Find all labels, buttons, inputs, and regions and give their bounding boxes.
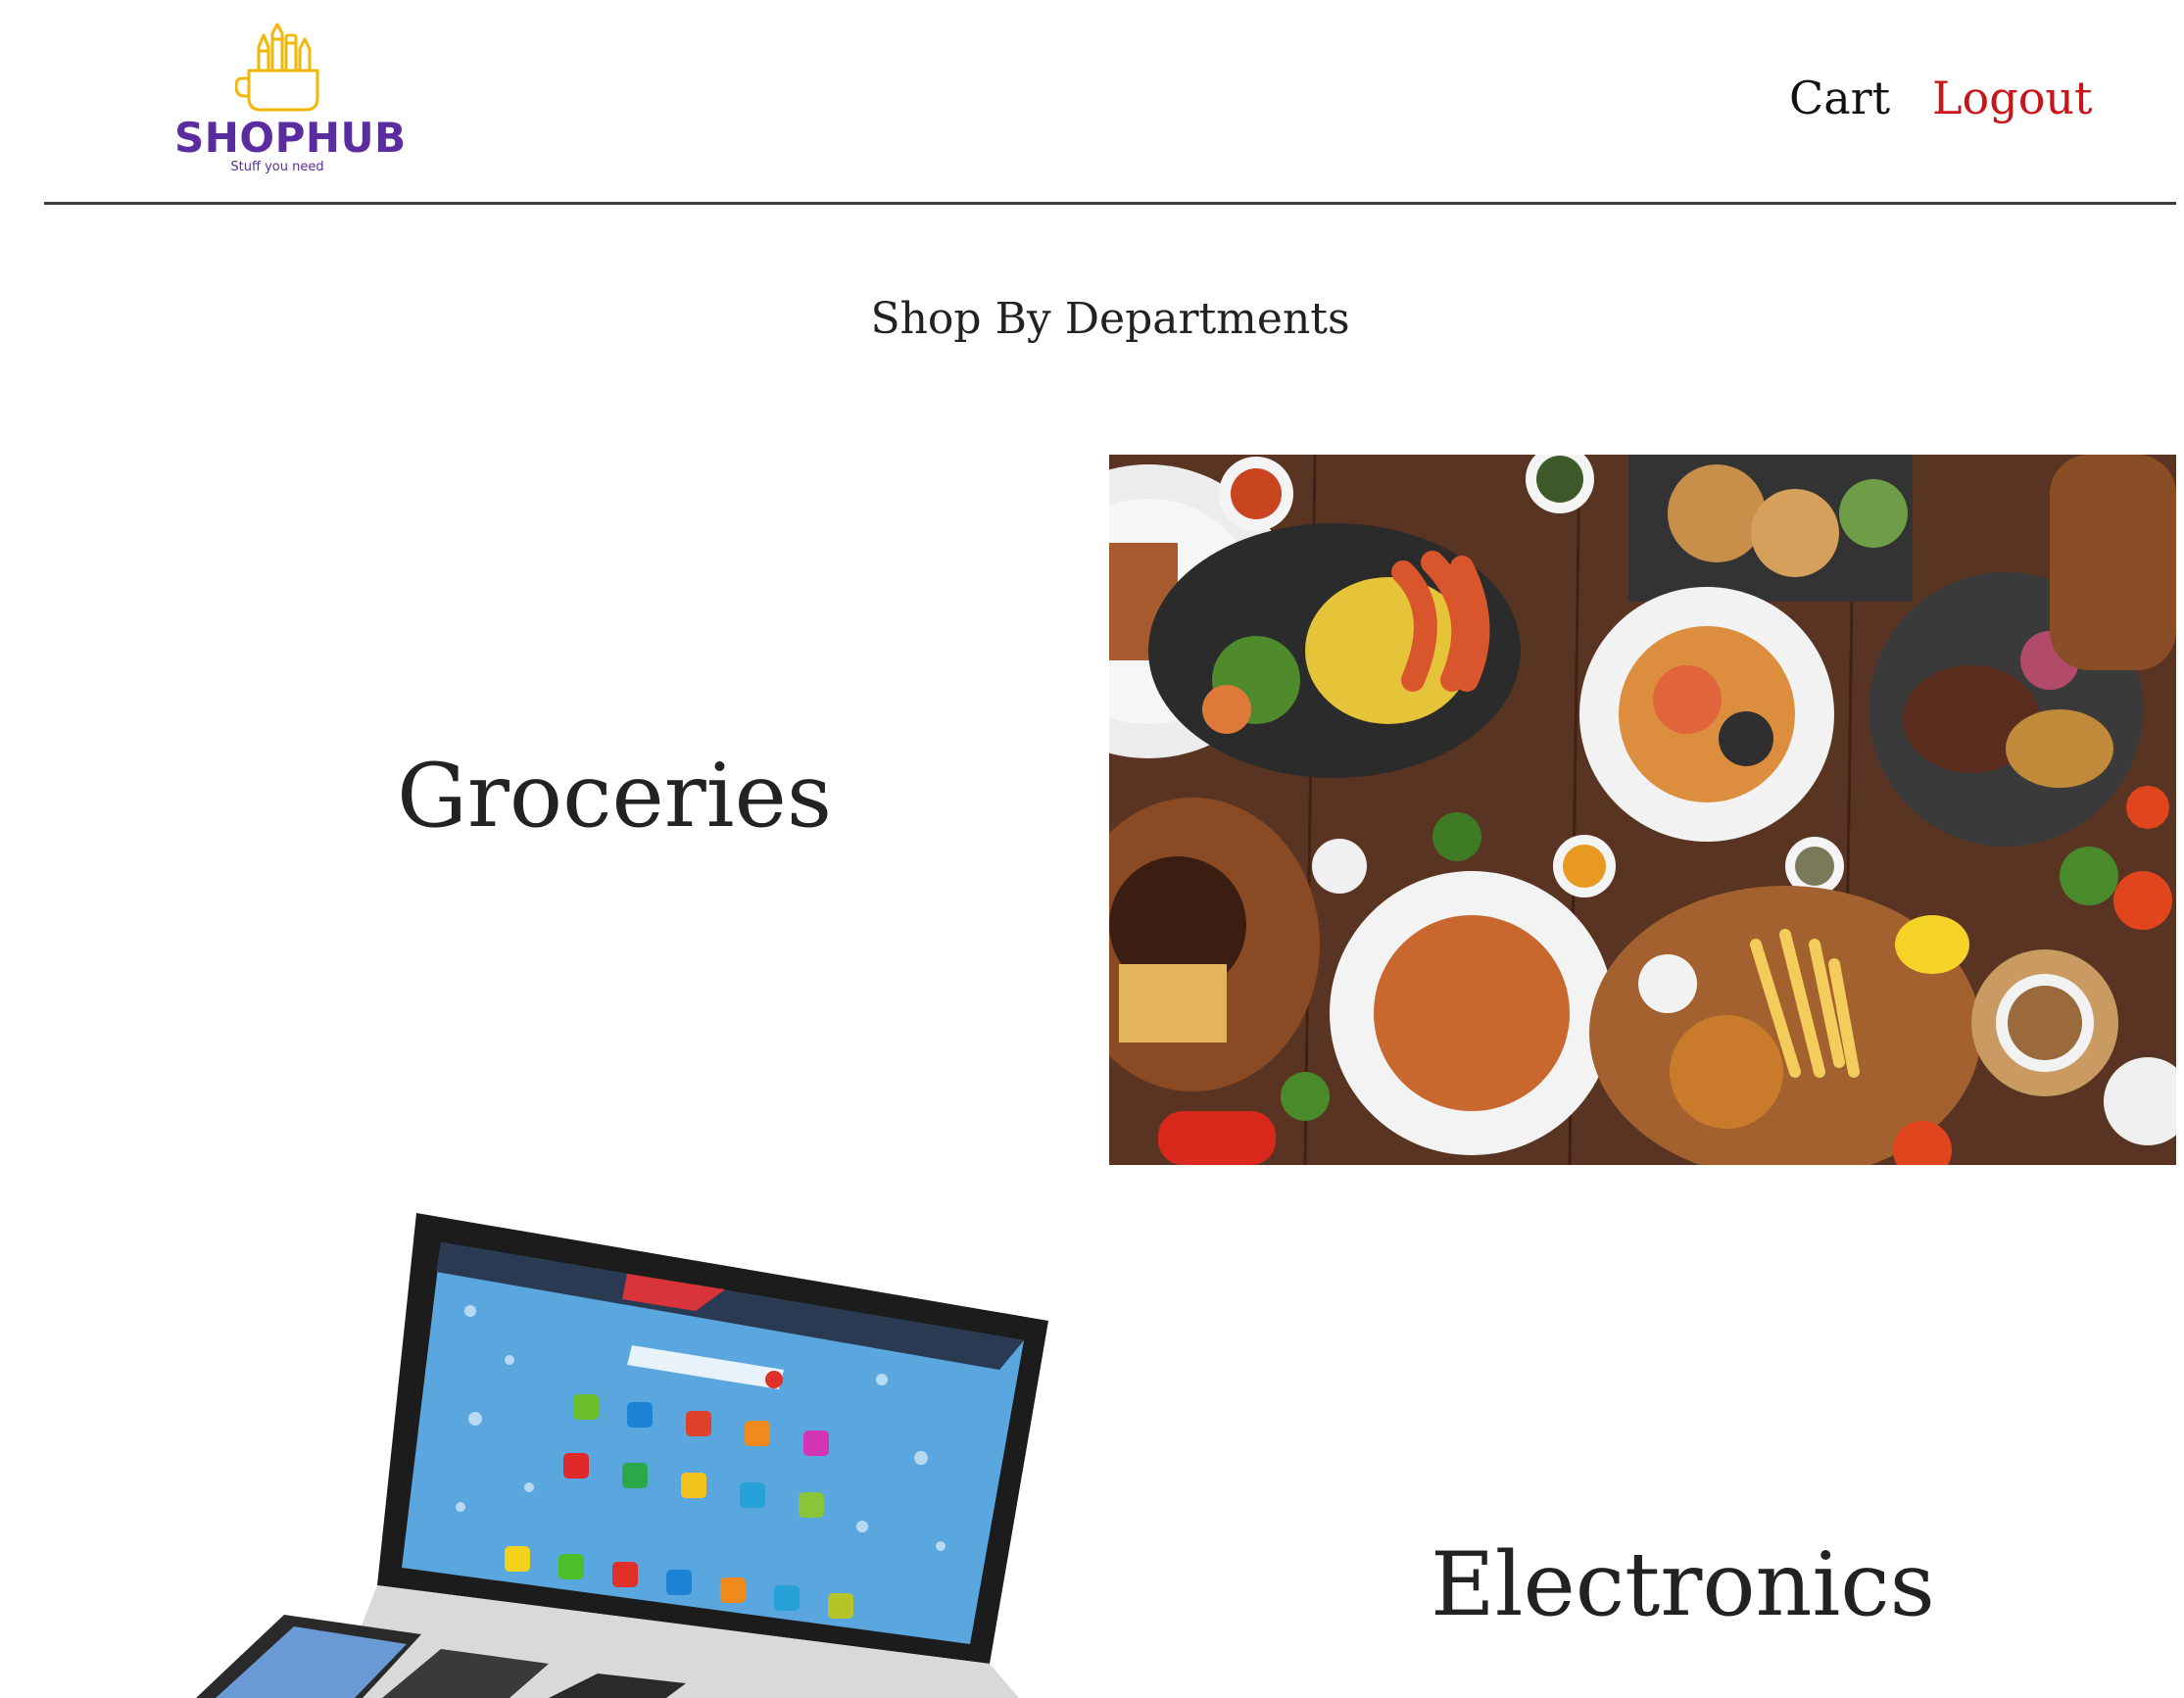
header-divider — [44, 202, 2176, 205]
cart-link[interactable]: Cart — [1789, 69, 1890, 127]
brand-name: SHOPHUB — [174, 114, 407, 162]
groceries-link[interactable]: Groceries — [397, 743, 832, 850]
pencil-cup-icon — [234, 22, 319, 116]
laptop-devices-photo — [137, 1203, 1058, 1698]
food-spread-photo — [1109, 455, 2176, 1165]
logout-link[interactable]: Logout — [1932, 69, 2093, 127]
electronics-link[interactable]: Electronics — [1431, 1531, 1935, 1639]
groceries-image[interactable] — [1109, 455, 2176, 1165]
brand-tagline: Stuff you need — [230, 160, 324, 174]
shophub-logo[interactable]: SHOPHUB Stuff you need — [174, 22, 407, 180]
section-title: Shop By Departments — [870, 294, 1350, 344]
electronics-image[interactable] — [137, 1203, 1058, 1698]
